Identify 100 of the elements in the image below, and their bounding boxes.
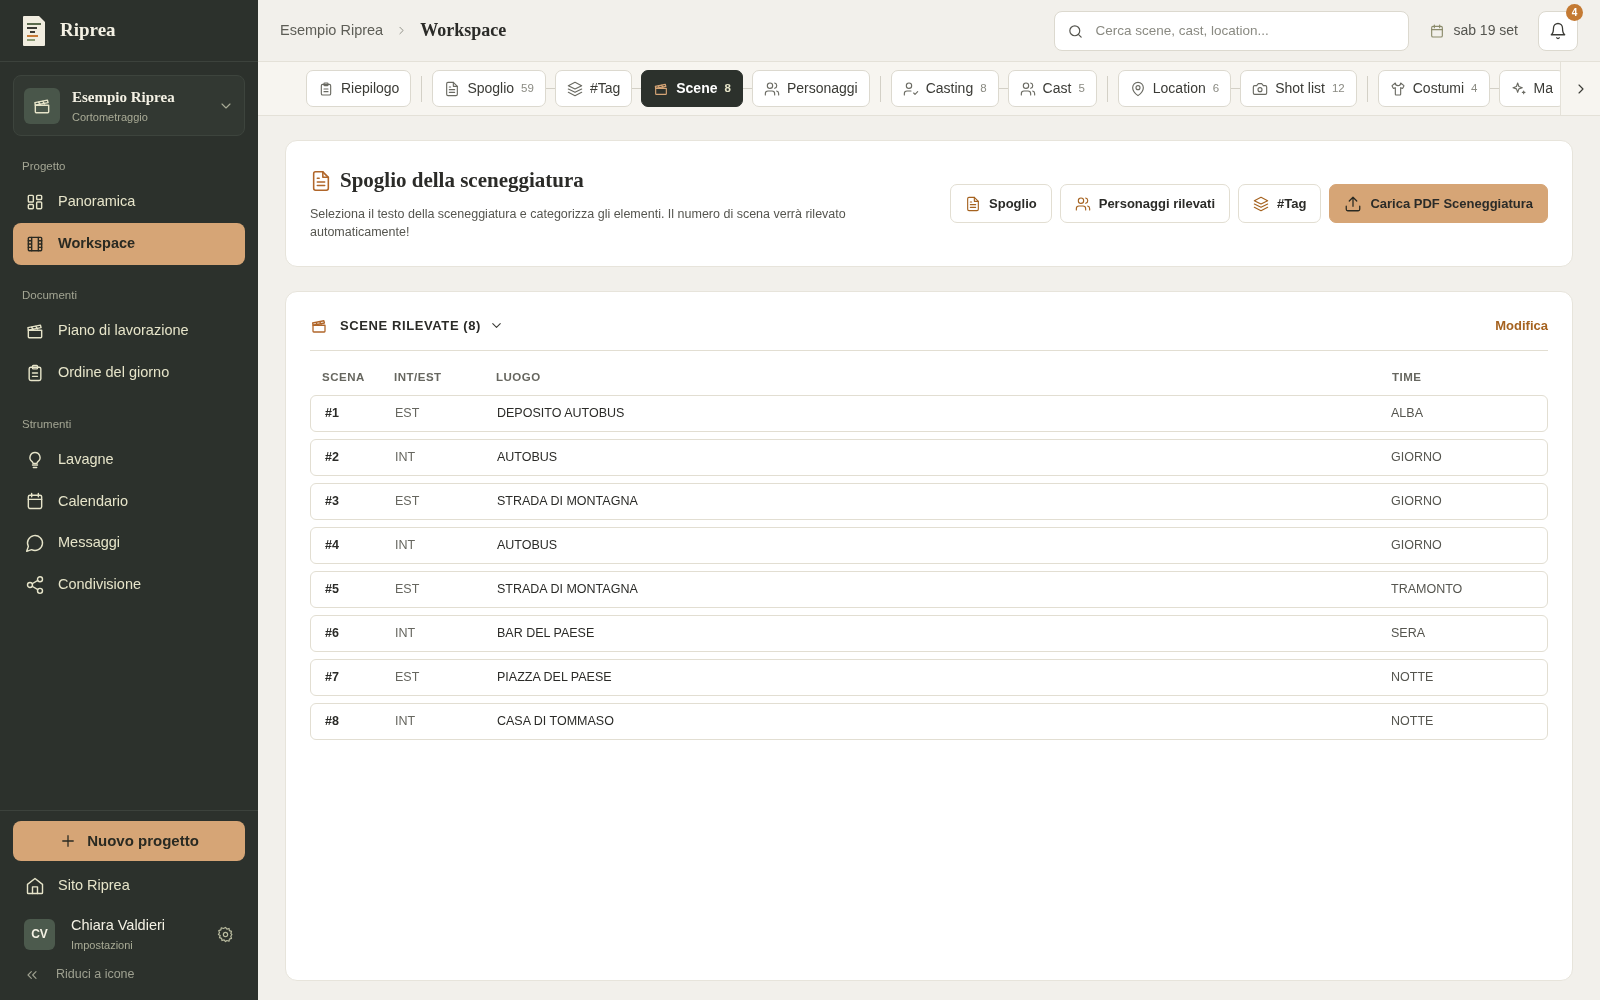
scene-number: #4: [325, 538, 339, 553]
scene-row[interactable]: #1 EST DEPOSITO AUTOBUS ALBA: [310, 395, 1548, 432]
scene-number: #6: [325, 626, 339, 641]
scene-row[interactable]: #8 INT CASA DI TOMMASO NOTTE: [310, 703, 1548, 740]
location-cell: PIAZZA DEL PAESE: [497, 670, 612, 685]
user-name: Chiara Valdieri: [71, 916, 167, 935]
settings-link[interactable]: Impostazioni: [71, 936, 201, 954]
new-project-button[interactable]: Nuovo progetto: [13, 820, 245, 862]
scene-row[interactable]: #2 INT AUTOBUS GIORNO: [310, 439, 1548, 476]
action-button[interactable]: Personaggi rilevati: [1059, 183, 1231, 224]
sidebar-item[interactable]: Workspace: [13, 223, 245, 265]
tab[interactable]: Location 6: [1117, 70, 1232, 107]
time-cell: GIORNO: [1391, 450, 1442, 465]
scene-row[interactable]: #4 INT AUTOBUS GIORNO: [310, 527, 1548, 564]
shirt-icon: [1389, 80, 1406, 97]
collapse-label[interactable]: Riduci a icone: [56, 965, 135, 984]
int-ext-cell: INT: [395, 450, 416, 465]
column-header: INT/EST: [394, 370, 442, 383]
tab[interactable]: Cast 5: [1007, 70, 1097, 107]
int-ext-cell: INT: [395, 626, 416, 641]
document-icon: [965, 195, 982, 212]
bell-icon: [1549, 21, 1567, 40]
sidebar-item[interactable]: Piano di lavorazione: [13, 310, 245, 352]
section-title: SCENE RILEVATE (8): [340, 317, 482, 335]
location-cell: STRADA DI MONTAGNA: [497, 582, 638, 597]
time-cell: GIORNO: [1391, 538, 1442, 553]
int-ext-cell: INT: [395, 538, 416, 553]
location-cell: DEPOSITO AUTOBUS: [497, 406, 625, 421]
upload-button[interactable]: Carica PDF Sceneggiatura: [1329, 183, 1548, 224]
time-cell: NOTTE: [1391, 670, 1434, 685]
int-ext-cell: EST: [395, 582, 420, 597]
notifications-button[interactable]: [1538, 10, 1578, 51]
notification-count: 4: [1566, 3, 1583, 21]
time-cell: NOTTE: [1391, 714, 1434, 729]
calendar-icon: [25, 491, 45, 512]
tab[interactable]: Riepilogo: [306, 70, 412, 107]
share-icon: [25, 574, 45, 595]
clipboard-icon: [25, 362, 45, 383]
site-link[interactable]: Sito Riprea: [13, 865, 245, 907]
section-title: Strumenti: [22, 417, 72, 430]
tab[interactable]: #Tag: [554, 70, 633, 107]
project-name: Esempio Riprea: [72, 88, 176, 107]
location-cell: CASA DI TOMMASO: [497, 714, 614, 729]
time-cell: TRAMONTO: [1391, 582, 1463, 597]
tab[interactable]: Spoglio 59: [432, 70, 546, 107]
users-icon: [1074, 195, 1091, 212]
edit-link[interactable]: Modifica: [1495, 316, 1548, 336]
sidebar-item[interactable]: Lavagne: [13, 438, 245, 481]
int-ext-cell: EST: [395, 406, 420, 421]
sidebar-item[interactable]: Messaggi: [13, 522, 245, 564]
location-cell: AUTOBUS: [497, 538, 558, 553]
camera-icon: [1252, 80, 1269, 97]
scene-row[interactable]: #3 EST STRADA DI MONTAGNA GIORNO: [310, 483, 1548, 520]
layers-icon: [566, 80, 583, 97]
sidebar-item[interactable]: Panoramica: [13, 181, 245, 223]
user-check-icon: [902, 80, 919, 97]
action-button[interactable]: #Tag: [1238, 183, 1322, 224]
action-button[interactable]: Spoglio: [950, 183, 1052, 224]
project-selector[interactable]: Esempio Riprea Cortometraggio: [13, 75, 245, 136]
document-icon: [310, 169, 332, 192]
scene-number: #8: [325, 714, 339, 729]
tab[interactable]: Casting 8: [890, 70, 999, 107]
scene-number: #7: [325, 670, 339, 685]
scene-number: #1: [325, 406, 339, 421]
location-cell: STRADA DI MONTAGNA: [497, 494, 638, 509]
settings-button[interactable]: [217, 925, 234, 943]
scene-row[interactable]: #6 INT BAR DEL PAESE SERA: [310, 615, 1548, 652]
app-name: Riprea: [60, 18, 116, 43]
tab[interactable]: Ma: [1498, 70, 1560, 107]
scene-number: #3: [325, 494, 339, 509]
breadcrumb-current: Workspace: [420, 19, 507, 42]
int-ext-cell: EST: [395, 670, 420, 685]
home-icon: [25, 876, 45, 897]
settings-icon: [217, 925, 234, 943]
search-field[interactable]: Cerca scene, cast, location...: [1054, 10, 1410, 51]
tab[interactable]: Shot list 12: [1240, 70, 1357, 107]
int-ext-cell: INT: [395, 714, 416, 729]
upload-icon: [1344, 194, 1363, 213]
layers-icon: [1253, 195, 1270, 212]
int-ext-cell: EST: [395, 494, 420, 509]
tab[interactable]: Personaggi: [751, 70, 870, 107]
location-cell: AUTOBUS: [497, 450, 558, 465]
time-cell: SERA: [1391, 626, 1426, 641]
sidebar-item[interactable]: Ordine del giorno: [13, 351, 245, 394]
clipboard-icon: [318, 80, 334, 97]
card-description: Seleziona il testo della sceneggiatura e categorizza gli elementi. Il numero di scena verrà rilevato automaticamente!: [310, 205, 847, 242]
tab[interactable]: Scene 8: [641, 70, 743, 107]
breadcrumb-link[interactable]: Esempio Riprea: [280, 19, 384, 42]
scene-row[interactable]: #7 EST PIAZZA DEL PAESE NOTTE: [310, 659, 1548, 696]
sidebar-item[interactable]: Condivisione: [13, 564, 245, 606]
sidebar-item[interactable]: Calendario: [13, 480, 245, 523]
tab[interactable]: Costumi 4: [1377, 70, 1490, 107]
time-cell: GIORNO: [1391, 494, 1442, 509]
sparkle-icon: [1510, 80, 1527, 97]
user-avatar: CV: [24, 918, 55, 950]
scene-row[interactable]: #5 EST STRADA DI MONTAGNA TRAMONTO: [310, 571, 1548, 608]
speech-bubble-icon: [25, 533, 45, 554]
date-label: sab 19 set: [1453, 21, 1518, 40]
logo-icon: [22, 14, 46, 47]
column-header: LUOGO: [496, 370, 541, 383]
